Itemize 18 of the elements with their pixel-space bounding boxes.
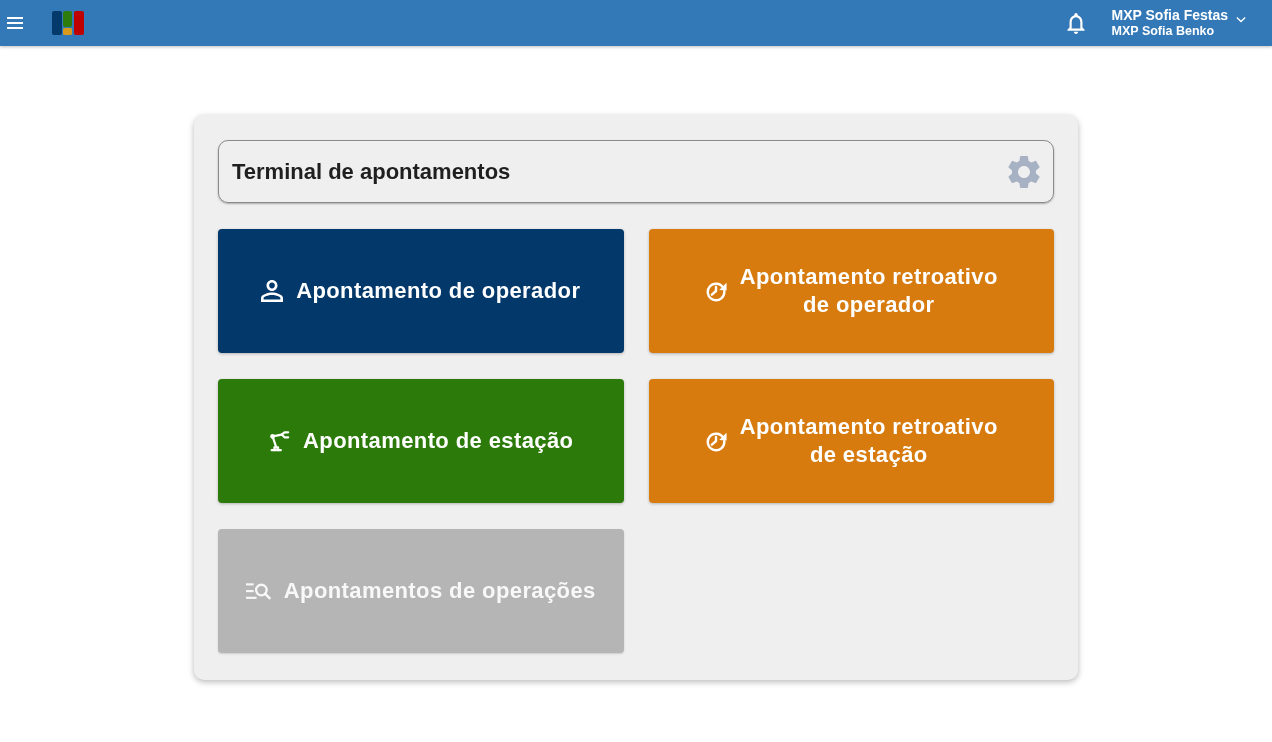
tile-button[interactable]: Apontamento de estação	[218, 379, 624, 503]
bell-icon	[1066, 12, 1085, 34]
menu-button[interactable]	[7, 17, 23, 29]
clock-arrow-icon	[704, 280, 727, 302]
tile-button[interactable]: Apontamento de operador	[218, 229, 624, 353]
robot-arm-icon	[268, 430, 291, 452]
tile-button[interactable]: Apontamento retroativo de operador	[648, 229, 1054, 353]
app-logo	[52, 11, 84, 35]
tile-button[interactable]: Apontamento retroativo de estação	[648, 379, 1054, 503]
settings-icon	[1008, 155, 1040, 188]
person-icon	[261, 280, 284, 302]
clock-arrow-icon	[704, 430, 727, 452]
panel-title: Terminal de apontamentos	[232, 158, 512, 185]
menu-icon	[7, 17, 23, 29]
notifications-button[interactable]	[1066, 12, 1085, 34]
user-menu[interactable]: MXP Sofia Festas MXP Sofia Benko	[1111, 7, 1246, 39]
list-search-icon	[245, 582, 271, 600]
chevron-down-icon	[1236, 15, 1246, 23]
